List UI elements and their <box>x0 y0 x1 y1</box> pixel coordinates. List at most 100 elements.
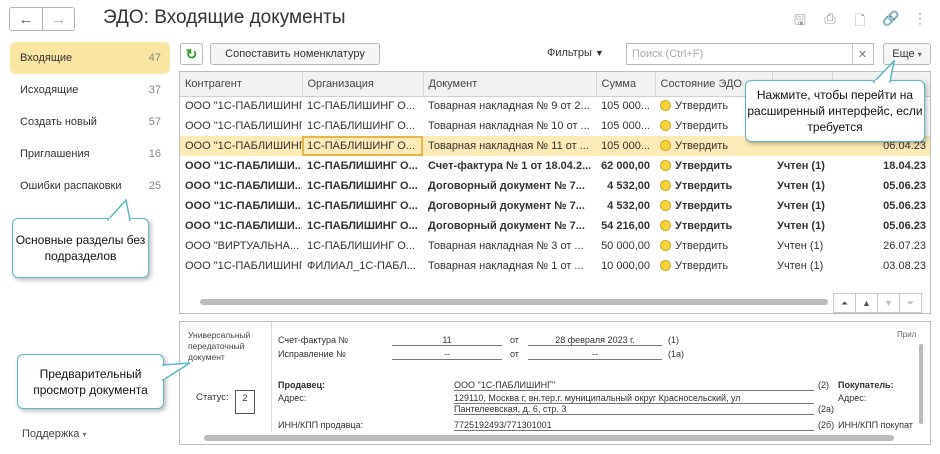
preview-horizontal-scrollbar[interactable] <box>204 435 894 441</box>
match-nomenclature-button[interactable]: Сопоставить номенклатуру <box>210 43 380 65</box>
date-cell[interactable]: 26.07.23 <box>832 236 930 256</box>
counterparty-cell[interactable]: ООО "1С-ПАБЛИШИ... <box>180 176 302 196</box>
document-cell[interactable]: Договорный документ № 7... <box>423 196 596 216</box>
counterparty-cell[interactable]: ООО "1С-ПАБЛИШИНГ" <box>180 116 302 136</box>
counterparty-cell[interactable]: ООО "1С-ПАБЛИШИНГ" <box>180 256 302 276</box>
amount-cell[interactable]: 62 000,00 <box>596 156 655 176</box>
accounting-cell[interactable]: Учтен (1) <box>772 216 832 236</box>
document-cell[interactable]: Договорный документ № 7... <box>423 216 596 236</box>
document-cell[interactable]: Товарная накладная № 11 от ... <box>423 136 596 156</box>
document-cell[interactable]: Товарная накладная № 1 от ... <box>423 256 596 276</box>
table-row[interactable]: ООО "1С-ПАБЛИШИ... 1С-ПАБЛИШИНГ О... Догов… <box>180 216 930 236</box>
edo-state-label: Утвердить <box>675 140 729 152</box>
counterparty-cell[interactable]: ООО "1С-ПАБЛИШИ... <box>180 156 302 176</box>
organization-cell[interactable]: 1С-ПАБЛИШИНГ О... <box>302 136 423 156</box>
document-cell[interactable]: Товарная накладная № 3 от ... <box>423 236 596 256</box>
table-row[interactable]: ООО "1С-ПАБЛИШИ... 1С-ПАБЛИШИНГ О... Счет-… <box>180 156 930 176</box>
link-icon[interactable]: 🔗 <box>882 10 899 34</box>
date-cell[interactable]: 05.06.23 <box>832 196 930 216</box>
edo-state-cell[interactable]: Утвердить <box>655 256 772 276</box>
document-cell[interactable]: Товарная накладная № 10 от ... <box>423 116 596 136</box>
edo-state-cell[interactable]: Утвердить <box>655 176 772 196</box>
scroll-to-top-icon[interactable]: ⏶ <box>833 293 856 313</box>
date-cell[interactable]: 05.06.23 <box>832 176 930 196</box>
amount-cell[interactable]: 105 000... <box>596 116 655 136</box>
amount-cell[interactable]: 10 000,00 <box>596 256 655 276</box>
preview-icon[interactable]: 🗋 <box>852 10 868 34</box>
sidebar-item-incoming[interactable]: Входящие 47 <box>10 42 170 74</box>
amount-cell[interactable]: 54 216,00 <box>596 216 655 236</box>
table-horizontal-scrollbar[interactable] <box>200 299 828 305</box>
organization-cell[interactable]: 1С-ПАБЛИШИНГ О... <box>302 216 423 236</box>
status-dot-icon <box>660 240 671 251</box>
counterparty-cell[interactable]: ООО "1С-ПАБЛИШИНГ" <box>180 96 302 116</box>
accounting-cell[interactable]: Учтен (1) <box>772 196 832 216</box>
sidebar-item-create-new[interactable]: Создать новый 57 <box>10 106 170 138</box>
amount-cell[interactable]: 4 532,00 <box>596 176 655 196</box>
forward-button[interactable]: → <box>42 8 74 30</box>
document-cell[interactable]: Товарная накладная № 9 от 2... <box>423 96 596 116</box>
organization-cell[interactable]: 1С-ПАБЛИШИНГ О... <box>302 236 423 256</box>
status-dot-icon <box>660 140 671 151</box>
refresh-button[interactable]: ↻ <box>180 43 203 65</box>
column-header-counterparty[interactable]: Контрагент <box>180 72 303 97</box>
save-icon[interactable]: 🖫 <box>792 10 808 34</box>
edo-state-cell[interactable]: Утвердить <box>655 156 772 176</box>
filters-button[interactable]: Фильтры ▼ <box>547 47 604 59</box>
amount-cell[interactable]: 105 000... <box>596 136 655 156</box>
table-row[interactable]: ООО "1С-ПАБЛИШИ... 1С-ПАБЛИШИНГ О... Догов… <box>180 196 930 216</box>
sidebar-item-outgoing[interactable]: Исходящие 37 <box>10 74 170 106</box>
chevron-down-icon: ▾ <box>82 430 87 439</box>
sidebar-item-count: 25 <box>148 180 161 192</box>
column-header-organization[interactable]: Организация <box>302 72 424 97</box>
accounting-cell[interactable]: Учтен (1) <box>772 256 832 276</box>
column-header-amount[interactable]: Сумма <box>596 72 656 97</box>
organization-cell[interactable]: ФИЛИАЛ_1С-ПАБЛ... <box>302 256 423 276</box>
organization-cell[interactable]: 1С-ПАБЛИШИНГ О... <box>302 176 423 196</box>
more-vertical-icon[interactable]: ⋮ <box>912 10 928 34</box>
print-icon[interactable]: ⎙ <box>822 10 838 34</box>
field-number: (2) <box>818 380 829 390</box>
amount-cell[interactable]: 4 532,00 <box>596 196 655 216</box>
field-number: (2а) <box>818 404 835 414</box>
date-cell[interactable]: 05.06.23 <box>832 216 930 236</box>
accounting-cell[interactable]: Учтен (1) <box>772 236 832 256</box>
accounting-cell[interactable]: Учтен (1) <box>772 176 832 196</box>
edo-state-label: Утвердить <box>675 240 729 252</box>
search-input[interactable] <box>627 48 852 60</box>
organization-cell[interactable]: 1С-ПАБЛИШИНГ О... <box>302 116 423 136</box>
edo-state-cell[interactable]: Утвердить <box>655 236 772 256</box>
counterparty-cell[interactable]: ООО "ВИРТУАЛЬНА... <box>180 236 302 256</box>
table-row[interactable]: ООО "1С-ПАБЛИШИНГ" ФИЛИАЛ_1С-ПАБЛ... Товар… <box>180 256 930 276</box>
organization-cell[interactable]: 1С-ПАБЛИШИНГ О... <box>302 196 423 216</box>
date-cell[interactable]: 18.04.23 <box>832 156 930 176</box>
document-cell[interactable]: Счет-фактура № 1 от 18.04.2... <box>423 156 596 176</box>
scroll-down-icon[interactable]: ▼ <box>877 293 900 313</box>
buyer-label: Покупатель: <box>838 380 894 390</box>
sidebar-item-invitations[interactable]: Приглашения 16 <box>10 138 170 170</box>
preview-divider <box>271 322 272 432</box>
scroll-to-bottom-icon[interactable]: ⏷ <box>899 293 922 313</box>
date-cell[interactable]: 03.08.23 <box>832 256 930 276</box>
counterparty-cell[interactable]: ООО "1С-ПАБЛИШИНГ" <box>180 136 302 156</box>
edo-state-cell[interactable]: Утвердить <box>655 216 772 236</box>
counterparty-cell[interactable]: ООО "1С-ПАБЛИШИ... <box>180 216 302 236</box>
back-button[interactable]: ← <box>10 8 42 30</box>
organization-cell[interactable]: 1С-ПАБЛИШИНГ О... <box>302 156 423 176</box>
support-link[interactable]: Поддержка ▾ <box>22 428 86 440</box>
counterparty-cell[interactable]: ООО "1С-ПАБЛИШИ... <box>180 196 302 216</box>
filters-label: Фильтры <box>547 47 592 59</box>
amount-cell[interactable]: 50 000,00 <box>596 236 655 256</box>
correction-number: -- <box>392 349 502 360</box>
table-row[interactable]: ООО "ВИРТУАЛЬНА... 1С-ПАБЛИШИНГ О... Товар… <box>180 236 930 256</box>
accounting-cell[interactable]: Учтен (1) <box>772 156 832 176</box>
edo-state-cell[interactable]: Утвердить <box>655 196 772 216</box>
sidebar-item-unpack-errors[interactable]: Ошибки распаковки 25 <box>10 170 170 202</box>
scroll-up-icon[interactable]: ▲ <box>855 293 878 313</box>
document-cell[interactable]: Договорный документ № 7... <box>423 176 596 196</box>
column-header-document[interactable]: Документ <box>423 72 597 97</box>
preview-vertical-scrollbar[interactable] <box>919 344 923 424</box>
organization-cell[interactable]: 1С-ПАБЛИШИНГ О... <box>302 96 423 116</box>
table-row[interactable]: ООО "1С-ПАБЛИШИ... 1С-ПАБЛИШИНГ О... Догов… <box>180 176 930 196</box>
amount-cell[interactable]: 105 000... <box>596 96 655 116</box>
